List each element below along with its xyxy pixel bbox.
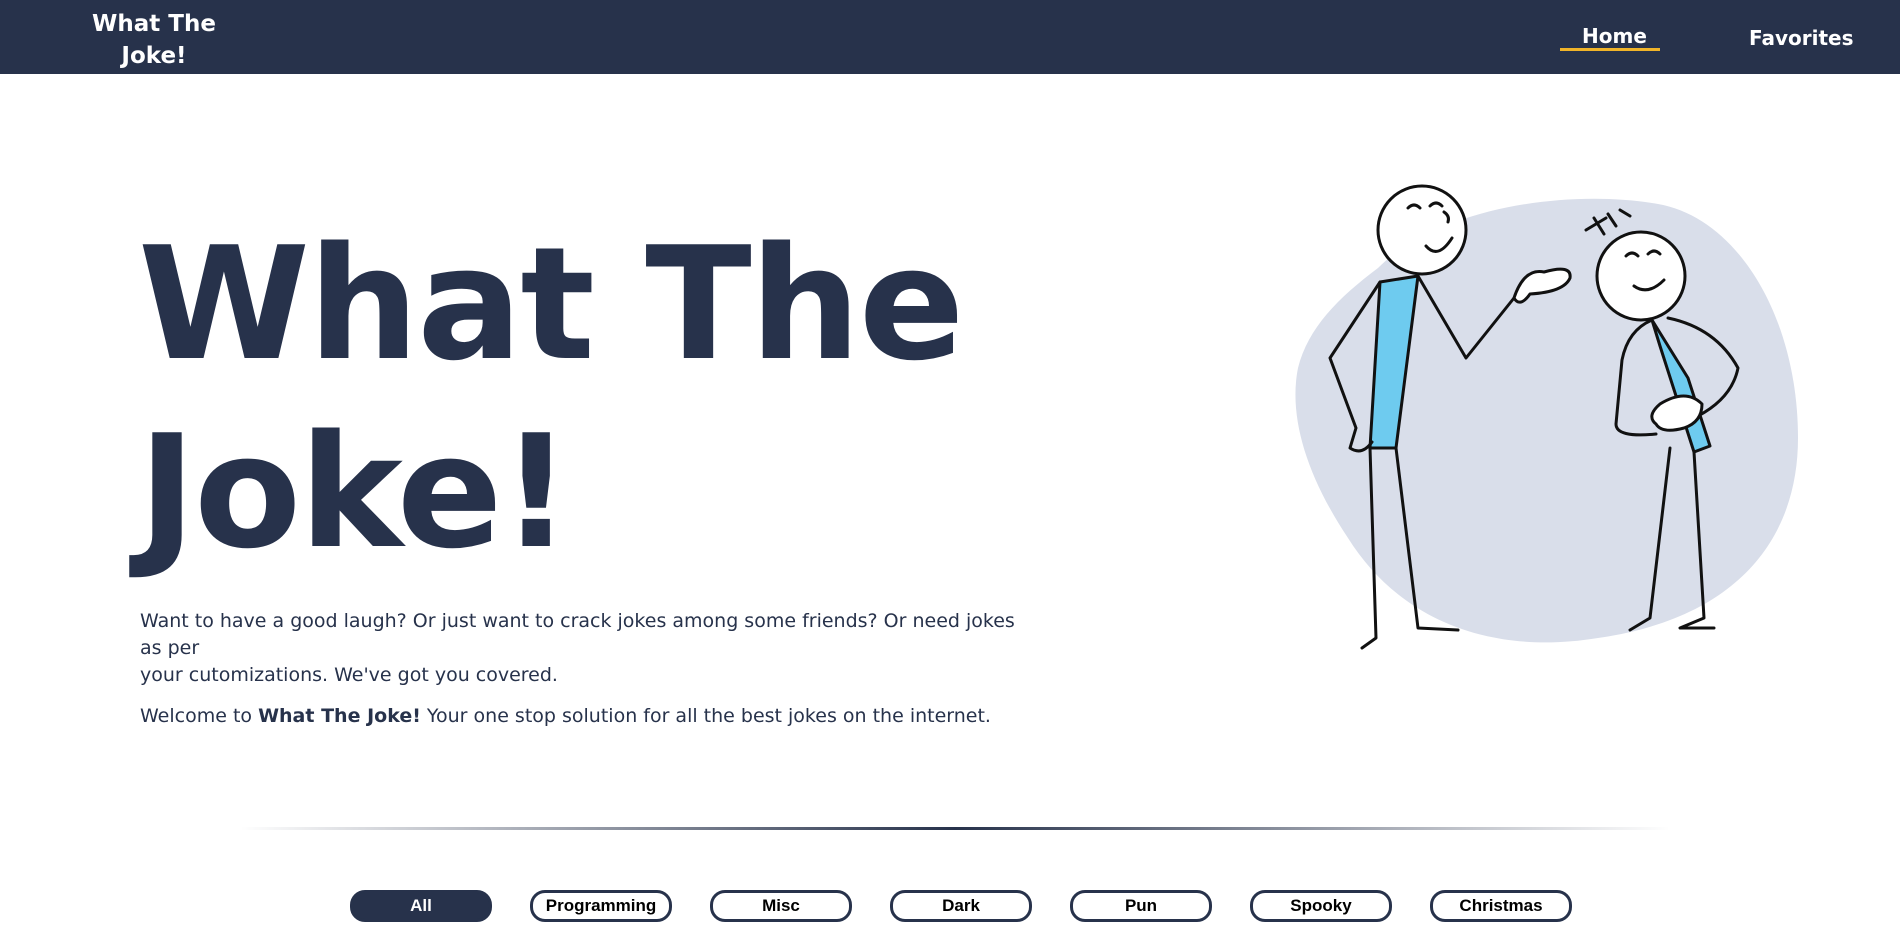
welcome-prefix: Welcome to [140, 705, 253, 727]
brand-line2: Joke! [121, 43, 187, 69]
brand-logo[interactable]: What The Joke! [88, 8, 220, 72]
laughing-friends-illustration [1295, 184, 1798, 650]
category-chip-misc[interactable]: Misc [710, 890, 852, 922]
welcome-suffix: Your one stop solution for all the best … [426, 705, 991, 727]
category-chip-all[interactable]: All [350, 890, 492, 922]
nav-favorites-link[interactable]: Favorites [1749, 26, 1854, 50]
category-chip-spooky[interactable]: Spooky [1250, 890, 1392, 922]
brand-line1: What The [92, 11, 216, 37]
nav-home-active-indicator [1560, 48, 1660, 51]
category-chip-programming[interactable]: Programming [530, 890, 672, 922]
category-chip-dark[interactable]: Dark [890, 890, 1032, 922]
welcome-text: Welcome to What The Joke! Your one stop … [140, 703, 1040, 730]
hero-title-line2: Joke! [138, 401, 572, 583]
welcome-brand: What The Joke! [258, 705, 421, 727]
hero-title: What The Joke! [138, 210, 1038, 586]
category-chip-pun[interactable]: Pun [1070, 890, 1212, 922]
hero-description: Want to have a good laugh? Or just want … [140, 608, 1040, 689]
hero-title-line1: What The [138, 213, 965, 395]
category-chip-christmas[interactable]: Christmas [1430, 890, 1572, 922]
hero-description-line2: your cutomizations. We've got you covere… [140, 664, 558, 686]
hero-description-line1: Want to have a good laugh? Or just want … [140, 610, 1015, 659]
section-divider [240, 827, 1670, 830]
top-navbar: What The Joke! Home Favorites [0, 0, 1900, 74]
nav-home-link[interactable]: Home [1582, 24, 1647, 48]
